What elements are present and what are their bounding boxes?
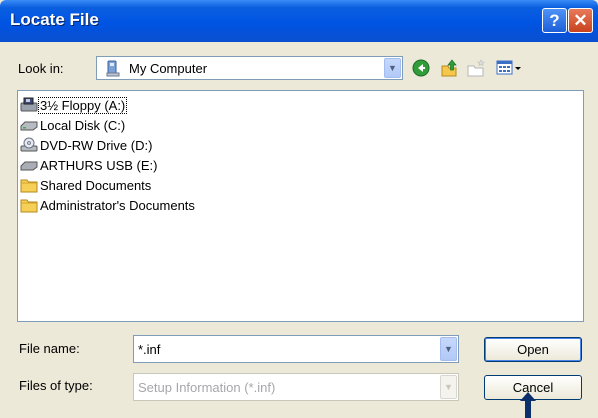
list-item[interactable]: Local Disk (C:)	[19, 115, 126, 135]
look-in-dropdown-button[interactable]: ▼	[384, 58, 401, 78]
back-button[interactable]	[410, 57, 432, 79]
file-name-label: File name:	[19, 341, 80, 356]
usb-drive-icon	[19, 156, 39, 174]
pointer-arrow-icon	[520, 392, 536, 418]
new-folder-icon	[467, 59, 485, 77]
list-item[interactable]: DVD-RW Drive (D:)	[19, 135, 153, 155]
list-item[interactable]: ARTHURS USB (E:)	[19, 155, 159, 175]
chevron-down-icon: ▼	[444, 344, 453, 354]
chevron-down-icon: ▼	[444, 382, 453, 392]
open-button[interactable]: Open	[484, 337, 582, 362]
my-computer-icon	[105, 59, 123, 80]
list-item-label: Administrator's Documents	[40, 197, 195, 213]
up-folder-icon	[441, 59, 457, 77]
file-name-value: *.inf	[138, 342, 161, 357]
back-icon	[412, 59, 430, 77]
list-item-label: 3½ Floppy (A:)	[37, 96, 128, 114]
look-in-value: My Computer	[129, 61, 208, 76]
list-item[interactable]: 3½ Floppy (A:)	[19, 95, 128, 115]
view-menu-icon	[496, 60, 521, 75]
close-icon: ✕	[573, 10, 588, 30]
file-type-label: Files of type:	[19, 378, 93, 393]
dvd-drive-icon	[19, 136, 39, 154]
dialog-title: Locate File	[10, 10, 99, 29]
list-item-label: DVD-RW Drive (D:)	[40, 137, 153, 153]
file-type-dropdown[interactable]: Setup Information (*.inf) ▼	[133, 373, 459, 401]
file-name-dropdown-button[interactable]: ▼	[440, 337, 457, 361]
folder-icon	[19, 196, 39, 214]
folder-icon	[19, 176, 39, 194]
locate-file-dialog: Locate File ? ✕ Look in: My Computer ▼ 3…	[0, 0, 598, 418]
help-icon: ?	[549, 10, 560, 30]
list-item[interactable]: Shared Documents	[19, 175, 152, 195]
look-in-dropdown[interactable]: My Computer ▼	[96, 56, 403, 80]
view-menu-button[interactable]	[494, 57, 524, 79]
close-button[interactable]: ✕	[568, 8, 593, 33]
list-item-label: Local Disk (C:)	[40, 117, 126, 133]
floppy-drive-icon	[19, 96, 39, 114]
chevron-down-icon: ▼	[388, 63, 397, 73]
open-button-label: Open	[517, 342, 549, 357]
file-name-field[interactable]: *.inf ▼	[133, 335, 459, 363]
up-one-level-button[interactable]	[438, 57, 460, 79]
hard-disk-icon	[19, 116, 39, 134]
new-folder-button[interactable]	[465, 57, 487, 79]
help-button[interactable]: ?	[542, 8, 567, 33]
file-type-dropdown-button[interactable]: ▼	[440, 375, 457, 399]
look-in-label: Look in:	[18, 61, 64, 76]
file-type-value: Setup Information (*.inf)	[138, 380, 276, 395]
list-item-label: ARTHURS USB (E:)	[40, 157, 158, 173]
file-list[interactable]: 3½ Floppy (A:) Local Disk (C:) DVD-RW Dr…	[17, 90, 584, 322]
list-item[interactable]: Administrator's Documents	[19, 195, 196, 215]
title-bar[interactable]: Locate File ? ✕	[0, 0, 598, 42]
list-item-label: Shared Documents	[40, 177, 152, 193]
